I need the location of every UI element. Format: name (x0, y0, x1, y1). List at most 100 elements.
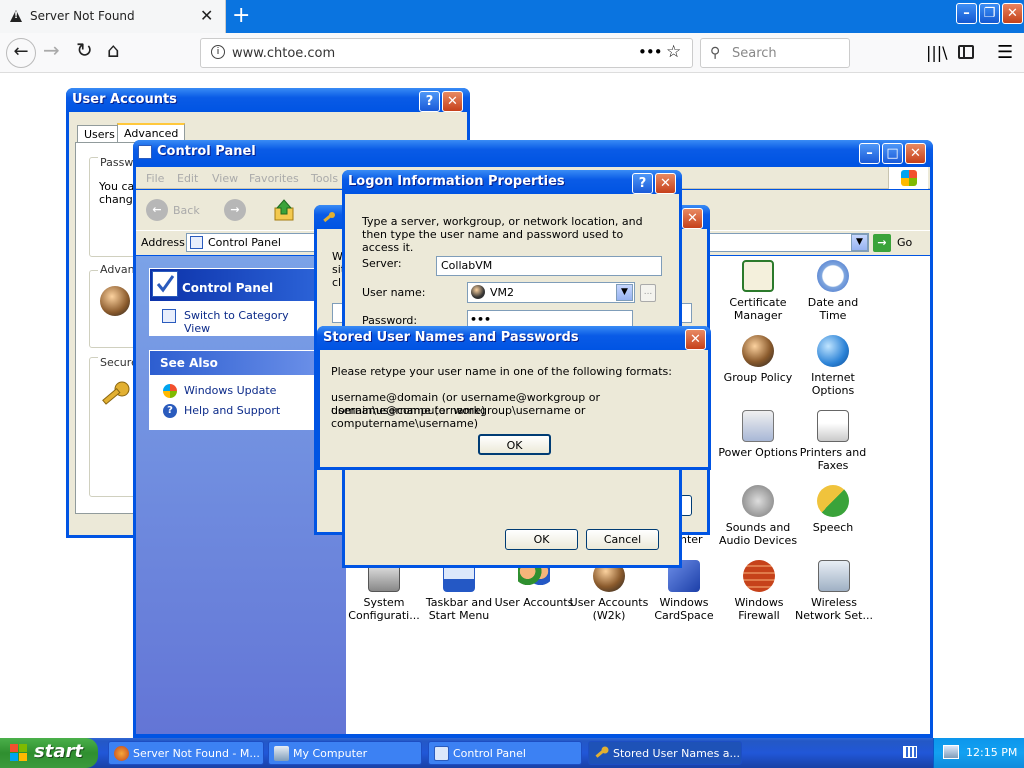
switch-view-link[interactable]: Switch to Category View (184, 309, 316, 335)
network-icon[interactable] (943, 745, 959, 759)
server-label: Server: (362, 257, 402, 270)
new-tab-button[interactable]: + (232, 3, 250, 28)
username-dropdown-button[interactable]: ▼ (616, 284, 633, 301)
item-label: Speech (812, 521, 854, 534)
reload-button[interactable]: ↻ (76, 38, 93, 62)
menu-view[interactable]: View (212, 172, 238, 185)
clock[interactable]: 12:15 PM (966, 746, 1017, 759)
taskbar-item-control-panel[interactable]: Control Panel (428, 741, 582, 765)
help-button[interactable]: ? (632, 173, 653, 194)
windows-cardspace-item[interactable]: Windows CardSpace (644, 560, 724, 622)
menu-file[interactable]: File (146, 172, 164, 185)
internet-options-item[interactable]: Internet Options (793, 335, 873, 397)
certificate-icon (742, 260, 774, 292)
username-combo[interactable]: VM2 ▼ (467, 282, 635, 303)
bookmark-star-icon[interactable]: ☆ (666, 42, 681, 62)
browser-close-button[interactable]: ✕ (1002, 3, 1023, 24)
start-button[interactable]: start (0, 738, 98, 768)
clock-icon (817, 260, 849, 292)
windows-update-link[interactable]: Windows Update (184, 384, 276, 397)
forward-arrow-icon[interactable]: → (224, 199, 246, 221)
browser-minimize-button[interactable]: – (956, 3, 977, 24)
ok-button[interactable]: OK (505, 529, 578, 550)
url-text[interactable]: www.chtoe.com (232, 46, 335, 61)
close-button[interactable]: ✕ (682, 208, 703, 229)
library-icon[interactable]: |||\ (926, 43, 948, 62)
address-value[interactable]: Control Panel (208, 236, 281, 249)
page-actions-icon[interactable]: ••• (638, 43, 663, 61)
control-panel-title-icon (138, 145, 152, 159)
help-icon: ? (163, 404, 177, 418)
keyboard-icon[interactable] (903, 746, 917, 758)
windows-logo-icon (888, 167, 928, 189)
tab-title: Server Not Found (30, 9, 135, 23)
date-time-item[interactable]: Date and Time (793, 260, 873, 322)
minimize-button[interactable]: – (859, 143, 880, 164)
back-button[interactable]: ← (6, 38, 36, 68)
speech-item[interactable]: Speech (793, 485, 873, 534)
search-placeholder[interactable]: Search (732, 46, 777, 61)
close-button[interactable]: ✕ (655, 173, 676, 194)
close-button[interactable]: ✕ (442, 91, 463, 112)
cancel-button[interactable]: Cancel (586, 529, 659, 550)
home-button[interactable]: ⌂ (107, 38, 120, 62)
up-folder-icon[interactable] (273, 198, 295, 222)
taskbar-item-my-computer[interactable]: My Computer (268, 741, 422, 765)
globe-icon (817, 335, 849, 367)
tab-close-icon[interactable]: ✕ (200, 6, 213, 25)
passwords-text: You ca (99, 180, 135, 193)
maximize-button[interactable]: □ (882, 143, 903, 164)
start-label: start (34, 741, 83, 762)
back-arrow-icon[interactable]: ← (146, 199, 168, 221)
menu-tools[interactable]: Tools (311, 172, 338, 185)
stored-ok-button[interactable]: OK (478, 434, 551, 455)
windows-firewall-item[interactable]: Windows Firewall (719, 560, 799, 622)
help-button[interactable]: ? (419, 91, 440, 112)
certificate-manager-item[interactable]: Certificate Manager (718, 260, 798, 322)
windows-update-icon (163, 384, 177, 398)
taskbar-item-stored-user-names[interactable]: Stored User Names a... (588, 741, 742, 765)
stored-message-line1: Please retype your user name in one of t… (331, 365, 672, 378)
group-policy-item[interactable]: Group Policy (718, 335, 798, 384)
item-label: Group Policy (723, 371, 793, 384)
taskbar-item-label: Control Panel (453, 747, 526, 760)
help-and-support-link[interactable]: Help and Support (184, 404, 280, 417)
taskbar-start-menu-item[interactable]: Taskbar and Start Menu (419, 560, 499, 622)
control-panel-small-icon (190, 236, 203, 249)
address-label: Address (141, 236, 185, 249)
see-also-box: See Also Windows Update ? Help and Suppo… (149, 350, 317, 430)
item-label: Wireless Network Set... (795, 596, 873, 622)
see-also-title: See Also (150, 351, 316, 375)
server-input[interactable]: CollabVM (436, 256, 662, 276)
wireless-network-item[interactable]: Wireless Network Set... (794, 560, 874, 622)
sounds-audio-item[interactable]: Sounds and Audio Devices (718, 485, 798, 547)
sidebar-icon[interactable] (958, 45, 974, 59)
info-icon[interactable]: i (211, 45, 225, 59)
control-panel-icon (434, 746, 449, 761)
username-value[interactable]: VM2 (490, 286, 514, 299)
user-accounts-w2k-item[interactable]: User Accounts (W2k) (569, 560, 649, 622)
browser-maximize-button[interactable]: ❐ (979, 3, 1000, 24)
go-arrow-icon[interactable]: → (873, 234, 891, 252)
search-icon: ⚲ (710, 45, 721, 61)
firewall-icon (743, 560, 775, 592)
search-bar[interactable]: ⚲ Search (700, 38, 850, 68)
printers-faxes-item[interactable]: Printers and Faxes (793, 410, 873, 472)
logon-dialog-title: Logon Information Properties (342, 170, 682, 194)
close-button[interactable]: ✕ (905, 143, 926, 164)
close-button[interactable]: ✕ (685, 329, 706, 350)
browse-button[interactable]: ... (640, 284, 656, 302)
go-label[interactable]: Go (897, 236, 912, 249)
browser-tab[interactable]: Server Not Found ✕ (0, 0, 226, 33)
menu-favorites[interactable]: Favorites (249, 172, 299, 185)
menu-edit[interactable]: Edit (177, 172, 198, 185)
system-configuration-item[interactable]: System Configurati... (344, 560, 424, 622)
hamburger-menu-icon[interactable]: ☰ (997, 42, 1013, 63)
forward-button[interactable]: → (43, 38, 60, 62)
url-bar[interactable]: i www.chtoe.com ••• ☆ (200, 38, 693, 68)
address-dropdown-button[interactable]: ▼ (851, 234, 868, 251)
taskbar-item-firefox[interactable]: Server Not Found - M... (108, 741, 264, 765)
control-panel-title: Control Panel (133, 140, 933, 164)
back-label[interactable]: Back (173, 204, 200, 217)
power-options-item[interactable]: Power Options (718, 410, 798, 459)
